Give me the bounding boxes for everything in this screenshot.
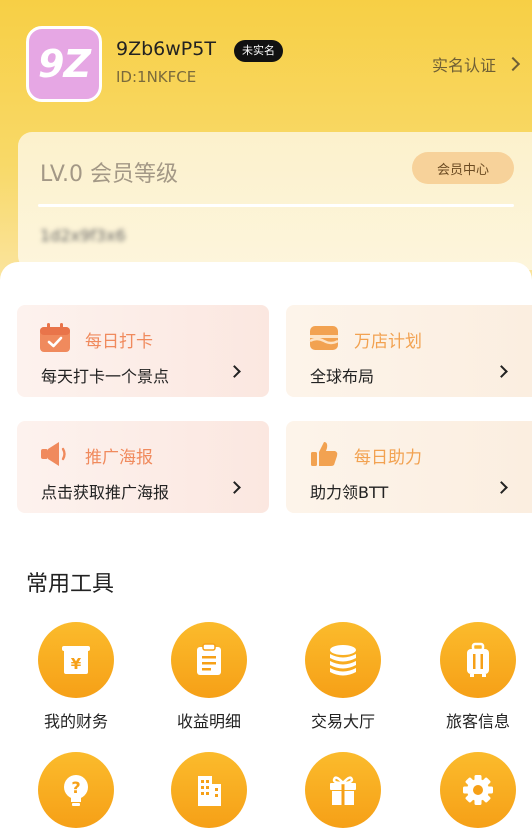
tool-icon-circle <box>171 622 247 698</box>
member-level: LV.0 会员等级 <box>40 162 179 187</box>
level-progress-bar <box>38 204 514 207</box>
coins-stack-icon <box>330 645 356 676</box>
task-subtitle: 每天打卡一个景点 <box>41 367 170 386</box>
svg-text:¥: ¥ <box>71 655 82 673</box>
tool-icon-circle <box>440 752 516 828</box>
chevron-right-icon <box>495 365 508 378</box>
task-title: 每日助力 <box>354 448 422 468</box>
member-center-button[interactable]: 会员中心 <box>412 152 514 184</box>
building-icon <box>198 776 221 806</box>
verification-status-badge: 未实名 <box>234 40 283 62</box>
chevron-right-icon <box>228 365 241 378</box>
chevron-right-icon <box>505 56 521 72</box>
gift-icon <box>330 776 356 805</box>
task-title: 推广海报 <box>85 448 153 468</box>
luggage-icon <box>467 642 489 677</box>
chevron-right-icon <box>228 481 241 494</box>
tool-icon-circle <box>305 622 381 698</box>
tool-icon-circle <box>305 752 381 828</box>
progress-text: 1d2x9f3x6 <box>40 226 126 245</box>
task-subtitle: 助力领BTT <box>310 483 389 502</box>
chevron-right-icon <box>495 481 508 494</box>
question-bulb-icon: ? <box>64 775 88 806</box>
tool-trading-hall[interactable]: 交易大厅 <box>293 622 393 732</box>
task-card-daily-checkin[interactable]: 每日打卡 每天打卡一个景点 <box>17 305 269 397</box>
tool-label: 旅客信息 <box>445 712 510 731</box>
tool-icon-circle: ¥ <box>38 622 114 698</box>
tool-gift[interactable] <box>293 752 393 835</box>
avatar-text: 9Z <box>38 42 91 86</box>
megaphone-icon <box>41 442 66 466</box>
tool-my-finance[interactable]: ¥ 我的财务 <box>26 622 126 732</box>
real-name-verify-link[interactable]: 实名认证 <box>431 52 521 76</box>
task-title: 每日打卡 <box>85 332 153 352</box>
user-id: ID:1NKFCE <box>116 68 197 86</box>
tool-building[interactable] <box>159 752 259 835</box>
thumbs-up-icon <box>311 442 338 466</box>
tool-help[interactable]: ? <box>26 752 126 835</box>
common-tools-heading: 常用工具 <box>26 572 115 597</box>
store-icon <box>309 326 339 350</box>
avatar[interactable]: 9Z <box>26 26 102 102</box>
tool-icon-circle <box>440 622 516 698</box>
username: 9Zb6wP5T <box>116 38 216 60</box>
task-subtitle: 点击获取推广海报 <box>41 483 170 502</box>
tool-label: 我的财务 <box>43 712 108 731</box>
tool-icon-circle: ? <box>38 752 114 828</box>
yuan-document-icon: ¥ <box>62 646 90 674</box>
calendar-check-icon <box>40 323 70 352</box>
task-card-daily-boost[interactable]: 每日助力 助力领BTT <box>286 421 532 513</box>
tool-label: 收益明细 <box>176 712 241 731</box>
tool-traveler-info[interactable]: 旅客信息 <box>428 622 528 732</box>
verify-label: 实名认证 <box>431 56 496 75</box>
tool-earnings-detail[interactable]: 收益明细 <box>159 622 259 732</box>
settings-gear-icon <box>463 775 493 805</box>
task-title: 万店计划 <box>354 332 422 352</box>
clipboard-icon <box>197 643 221 675</box>
tool-settings[interactable] <box>428 752 528 835</box>
task-card-promo-poster[interactable]: 推广海报 点击获取推广海报 <box>17 421 269 513</box>
membership-card: LV.0 会员等级 会员中心 1d2x9f3x6 <box>18 132 532 270</box>
task-subtitle: 全球布局 <box>310 367 375 386</box>
task-card-store-plan[interactable]: 万店计划 全球布局 <box>286 305 532 397</box>
svg-text:?: ? <box>71 778 80 797</box>
tool-icon-circle <box>171 752 247 828</box>
tool-label: 交易大厅 <box>310 712 375 731</box>
